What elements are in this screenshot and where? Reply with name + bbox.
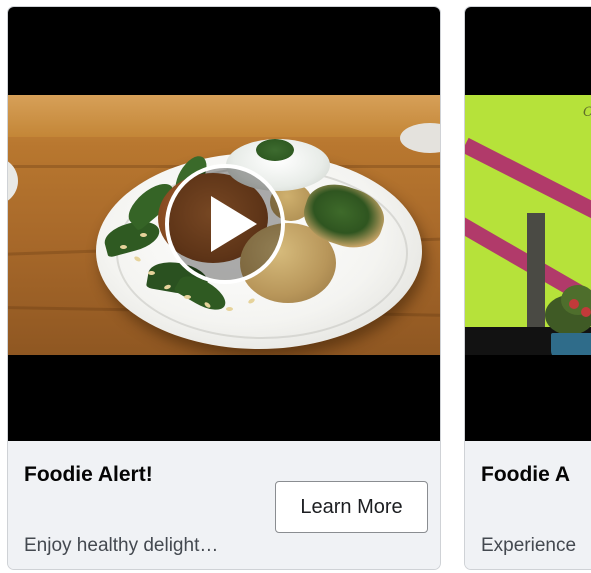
pumpkin-seed xyxy=(226,307,233,311)
flower-pot xyxy=(551,333,591,355)
card-footer: Foodie Alert! Enjoy healthy delight… Lea… xyxy=(8,441,440,569)
pumpkin-seed xyxy=(120,245,127,249)
learn-more-button[interactable]: Learn More xyxy=(275,481,428,533)
play-icon xyxy=(211,196,257,252)
plant-flower xyxy=(569,299,579,309)
card-title: Foodie Alert! xyxy=(24,463,153,486)
carousel-card-2[interactable]: C Foodie A Experience xyxy=(464,6,591,570)
dill-garnish xyxy=(256,139,294,161)
wall-lettering: C xyxy=(583,105,591,120)
pumpkin-seed xyxy=(184,295,191,299)
pumpkin-seed xyxy=(140,233,147,237)
card-footer: Foodie A Experience xyxy=(465,441,591,569)
card-description: Enjoy healthy delight… xyxy=(24,535,219,556)
card-description: Experience xyxy=(481,535,577,556)
play-button[interactable] xyxy=(165,164,285,284)
pumpkin-seed xyxy=(148,271,155,275)
card-title: Foodie A xyxy=(481,463,571,486)
ad-carousel: Foodie Alert! Enjoy healthy delight… Lea… xyxy=(0,0,591,573)
video-frame-wall: C xyxy=(465,95,591,355)
video-thumbnail[interactable]: C xyxy=(465,7,591,441)
carousel-card-1[interactable]: Foodie Alert! Enjoy healthy delight… Lea… xyxy=(7,6,441,570)
video-thumbnail[interactable] xyxy=(8,7,440,441)
plant-flower xyxy=(581,307,591,317)
